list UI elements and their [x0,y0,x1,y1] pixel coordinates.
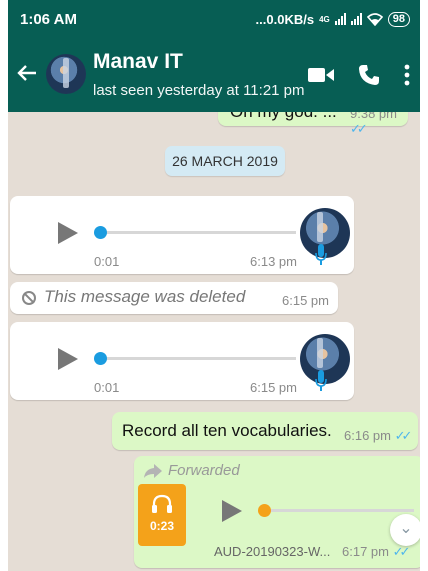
voice-progress-thumb[interactable] [94,352,107,365]
voice-message-incoming[interactable]: 0:01 6:15 pm [10,322,354,400]
signal-2-icon [350,13,362,25]
deleted-message-text: This message was deleted [44,287,246,306]
mic-icon [315,244,327,265]
voice-message-incoming[interactable]: 0:01 6:13 pm [10,196,354,274]
voice-duration: 0:01 [94,254,120,269]
message-time: 9:38 pm ✓✓ [350,112,397,136]
message-time: 6:17 pm ✓✓ [342,544,411,559]
network-type: 4G [319,14,330,24]
deleted-icon [22,291,36,305]
message-bubble-outgoing[interactable]: Oh my god. ... 9:38 pm ✓✓ [218,112,408,136]
date-divider: 26 MARCH 2019 [165,146,285,176]
battery-icon: 98 [387,11,410,27]
status-indicators: ...0.0KB/s 4G 98 [255,11,410,27]
play-icon[interactable] [222,500,242,522]
chat-screen: 1:06 AM ...0.0KB/s 4G 98 Manav IT last s… [8,0,420,571]
message-list[interactable]: Oh my god. ... 9:38 pm ✓✓ 26 MARCH 2019 … [8,112,420,571]
video-call-icon[interactable] [308,66,334,84]
status-time: 1:06 AM [20,10,77,28]
audio-duration: 0:23 [149,519,175,533]
audio-progress-thumb[interactable] [258,504,271,517]
message-time: 6:13 pm [250,254,297,269]
chat-header: Manav IT last seen yesterday at 11:21 pm [8,38,420,112]
message-bubble-outgoing[interactable]: Record all ten vocabularies. 6:16 pm ✓✓ [112,412,418,450]
wifi-icon [366,12,383,26]
voice-duration: 0:01 [94,380,120,395]
mic-icon [315,370,327,391]
deleted-message-bubble[interactable]: This message was deleted 6:15 pm [10,282,338,314]
last-seen-status[interactable]: last seen yesterday at 11:21 pm [93,82,305,99]
scroll-to-bottom-button[interactable]: ⌄ [390,514,420,546]
chevron-down-icon: ⌄ [399,520,413,537]
contact-name[interactable]: Manav IT [93,50,183,74]
voice-call-icon[interactable] [358,64,380,86]
audio-file-tile: 0:23 [138,484,186,546]
avatar[interactable] [46,54,86,94]
back-arrow-icon[interactable] [16,62,38,84]
message-time: 6:15 pm [250,380,297,395]
more-options-icon[interactable] [404,64,410,86]
message-time: 6:16 pm ✓✓ [344,428,413,443]
message-time: 6:15 pm [282,293,329,308]
read-ticks-icon: ✓✓ [350,121,368,136]
forwarded-audio-message[interactable]: Forwarded 0:23 AUD-20190323-W... 6:17 pm… [134,456,420,568]
network-speed: ...0.0KB/s [255,11,315,27]
voice-progress-track[interactable] [100,357,296,360]
message-text: Oh my god. ... [230,112,337,122]
message-text: Record all ten vocabularies. [122,421,332,440]
headphones-icon [152,494,172,513]
read-ticks-icon: ✓✓ [392,544,411,559]
audio-progress-track[interactable] [264,509,414,512]
forwarded-icon [144,464,162,478]
status-bar: 1:06 AM ...0.0KB/s 4G 98 [8,0,420,38]
play-icon[interactable] [58,222,78,244]
voice-progress-thumb[interactable] [94,226,107,239]
forwarded-label: Forwarded [168,462,240,479]
play-icon[interactable] [58,348,78,370]
signal-icon [334,13,346,25]
audio-file-name: AUD-20190323-W... [214,544,331,559]
read-ticks-icon: ✓✓ [394,428,413,443]
voice-progress-track[interactable] [100,231,296,234]
